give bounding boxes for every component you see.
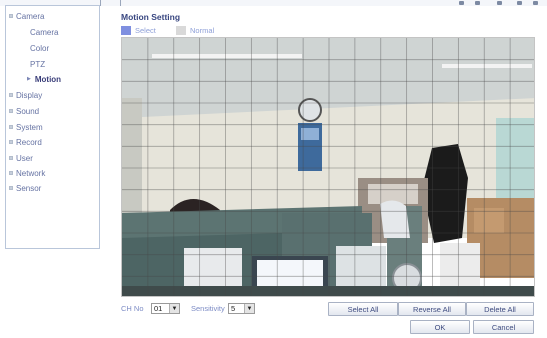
divider	[100, 0, 101, 6]
sidebar-subitem-label: Camera	[30, 27, 59, 37]
normal-swatch	[176, 25, 186, 35]
sidebar-item-label: User	[16, 153, 33, 163]
camera-view	[122, 38, 534, 296]
sidebar-item-network[interactable]: Network	[6, 166, 99, 180]
toolbar-icon[interactable]	[497, 1, 502, 5]
bullet-icon	[9, 156, 13, 160]
sidebar-item-display[interactable]: Display	[6, 88, 99, 102]
sidebar-item-label: Sensor	[16, 183, 42, 193]
bullet-icon	[9, 186, 13, 190]
select-swatch	[121, 25, 131, 35]
bullet-icon	[9, 125, 13, 129]
sidebar-item-label: Camera	[16, 11, 45, 21]
bullet-icon	[9, 93, 13, 97]
ch-no-value: 01	[154, 304, 163, 313]
sidebar-item-system[interactable]: System	[6, 120, 99, 134]
sidebar-subitem-camera[interactable]: Camera	[6, 25, 99, 39]
bullet-icon	[9, 140, 13, 144]
bullet-icon	[9, 171, 13, 175]
sidebar-item-record[interactable]: Record	[6, 135, 99, 149]
sidebar-subitem-label: Motion	[34, 74, 62, 84]
sidebar-item-sensor[interactable]: Sensor	[6, 181, 99, 195]
legend-normal-label: Normal	[190, 25, 215, 35]
motion-area-grid[interactable]	[121, 37, 535, 297]
sensitivity-value: 5	[231, 304, 236, 313]
reverse-all-button[interactable]: Reverse All	[398, 302, 466, 316]
divider	[120, 0, 121, 6]
bullet-icon	[9, 109, 13, 113]
select-all-button[interactable]: Select All	[328, 302, 398, 316]
sidebar-item-label: Network	[16, 168, 46, 178]
toolbar-icon[interactable]	[459, 1, 464, 5]
chevron-down-icon[interactable]: ▼	[244, 304, 254, 313]
ch-no-select[interactable]: 01 ▼	[151, 303, 180, 314]
legend-normal: Normal	[176, 25, 214, 35]
sidebar-subitem-color[interactable]: Color	[6, 41, 99, 55]
sensitivity-select[interactable]: 5 ▼	[228, 303, 255, 314]
sidebar-item-sound[interactable]: Sound	[6, 104, 99, 118]
sidebar-item-camera[interactable]: Camera	[6, 9, 99, 23]
sidebar-item-user[interactable]: User	[6, 151, 99, 165]
sidebar-item-label: System	[16, 122, 43, 132]
sidebar-subitem-ptz[interactable]: PTZ	[6, 57, 99, 71]
sidebar-menu: Camera Camera Color PTZ ▶ Motion Display…	[5, 5, 100, 249]
sidebar-item-label: Display	[16, 90, 43, 100]
sidebar-item-label: Record	[16, 137, 42, 147]
sidebar-subitem-motion[interactable]: ▶ Motion	[6, 72, 99, 86]
ch-no-label: CH No	[121, 304, 144, 313]
cancel-button[interactable]: Cancel	[473, 320, 534, 334]
legend-select: Select	[121, 25, 156, 35]
toolbar-icon[interactable]	[517, 1, 522, 5]
sidebar-subitem-label: Color	[30, 43, 50, 53]
delete-all-button[interactable]: Delete All	[466, 302, 534, 316]
sidebar-subitem-label: PTZ	[30, 59, 46, 69]
chevron-down-icon[interactable]: ▼	[169, 304, 179, 313]
bullet-icon	[9, 14, 13, 18]
toolbar-icon[interactable]	[533, 1, 538, 5]
sidebar-item-label: Sound	[16, 106, 40, 116]
arrow-right-icon: ▶	[27, 76, 31, 82]
legend-select-label: Select	[135, 25, 156, 35]
ok-button[interactable]: OK	[410, 320, 470, 334]
page-title: Motion Setting	[121, 12, 181, 22]
sensitivity-label: Sensitivity	[191, 304, 225, 313]
toolbar-icon[interactable]	[475, 1, 480, 5]
